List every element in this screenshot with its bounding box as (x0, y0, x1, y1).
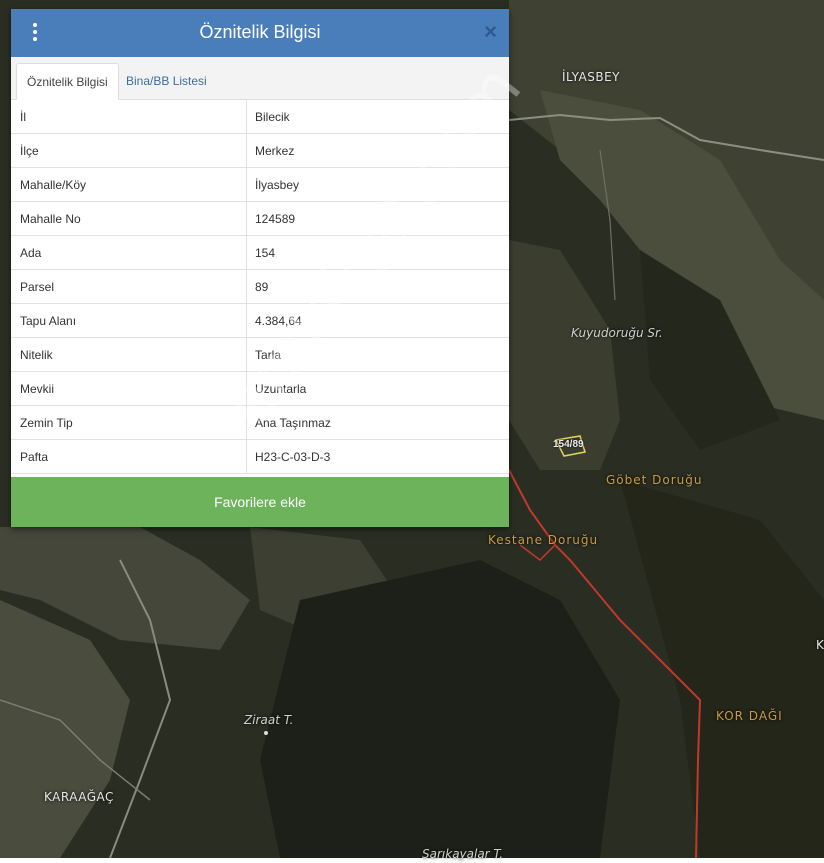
attribute-key: Tapu Alanı (11, 303, 247, 338)
attribute-key: Parsel (11, 269, 247, 304)
table-row: Pafta H23-C-03-D-3 (11, 439, 509, 474)
attribute-key: Pafta (11, 439, 247, 474)
map-label-edge: K (816, 638, 824, 652)
attribute-key: Ada (11, 235, 247, 270)
map-label-kuyudorugu: Kuyudoruğu Sr. (571, 326, 663, 340)
attribute-value: H23-C-03-D-3 (246, 439, 509, 474)
attribute-key: Nitelik (11, 337, 247, 372)
attribute-key: Zemin Tip (11, 405, 247, 440)
map-label-karaagac: KARAAĞAÇ (44, 790, 114, 804)
table-row: Mahalle/Köy İlyasbey (11, 167, 509, 202)
table-row: Tapu Alanı 4.384,64 (11, 303, 509, 338)
attribute-value: İlyasbey (246, 167, 509, 202)
table-row: Mahalle No 124589 (11, 201, 509, 236)
map-label-sarikayalar: Sarıkayalar T. (422, 847, 504, 861)
attribute-value: 89 (246, 269, 509, 304)
attribute-value: Ana Taşınmaz (246, 405, 509, 440)
close-icon[interactable]: × (484, 21, 497, 43)
panel-tabs: Öznitelik Bilgisi Bina/BB Listesi (11, 57, 509, 100)
attribute-key: Mevkii (11, 371, 247, 406)
table-row: Ada 154 (11, 235, 509, 270)
table-row: Mevkii Uzuntarla (11, 371, 509, 406)
attribute-key: Mahalle No (11, 201, 247, 236)
panel-title: Öznitelik Bilgisi (199, 22, 321, 42)
parcel-tag[interactable]: 154/89 (553, 439, 584, 450)
map-label-kor-dagi: KOR DAĞI (716, 709, 783, 723)
attribute-key: İl (11, 100, 247, 134)
map-label-kestane-dorugu: Kestane Doruğu (488, 533, 599, 547)
tab-bina-bb-listesi[interactable]: Bina/BB Listesi (116, 63, 217, 99)
attribute-value: Bilecik (246, 100, 509, 134)
attribute-panel: Öznitelik Bilgisi × Öznitelik Bilgisi Bi… (11, 9, 509, 527)
map-label-ziraat: Ziraat T. (244, 713, 294, 727)
attribute-key: Mahalle/Köy (11, 167, 247, 202)
attribute-value: 4.384,64 (246, 303, 509, 338)
attribute-value: 124589 (246, 201, 509, 236)
attribute-value: Uzuntarla (246, 371, 509, 406)
attribute-value: 154 (246, 235, 509, 270)
tab-oznitelik-bilgisi[interactable]: Öznitelik Bilgisi (16, 63, 119, 100)
map-label-ilyasbey: İLYASBEY (562, 70, 620, 84)
attribute-value: Tarla (246, 337, 509, 372)
table-row: Nitelik Tarla (11, 337, 509, 372)
table-row: İl Bilecik (11, 100, 509, 134)
panel-header: Öznitelik Bilgisi × (11, 9, 509, 57)
table-row: Parsel 89 (11, 269, 509, 304)
attribute-value: Merkez (246, 133, 509, 168)
attribute-key: İlçe (11, 133, 247, 168)
add-favorite-button[interactable]: Favorilere ekle (11, 477, 509, 527)
attribute-table: İl Bilecik İlçe Merkez Mahalle/Köy İlyasbey Ma… (11, 100, 509, 474)
table-row: İlçe Merkez (11, 133, 509, 168)
map-label-gobet-dorugu: Göbet Doruğu (606, 473, 703, 487)
table-row: Zemin Tip Ana Taşınmaz (11, 405, 509, 440)
